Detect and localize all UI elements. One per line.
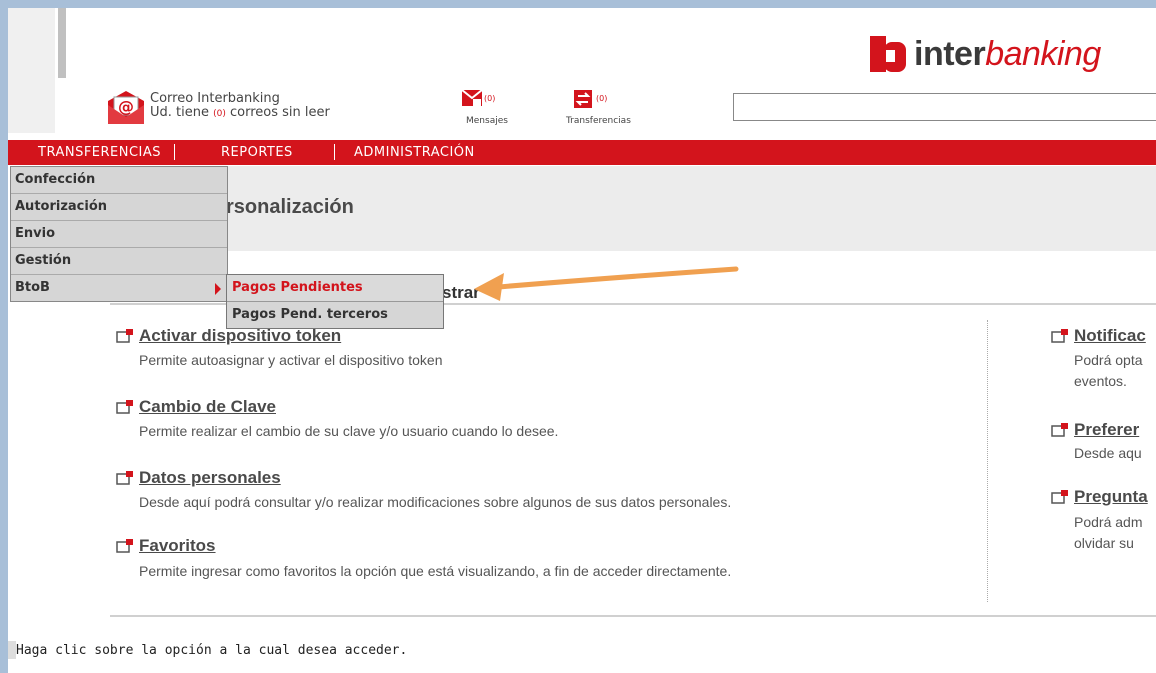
option-notificaciones-desc-1: Podrá opta <box>1074 352 1143 368</box>
option-link-icon <box>116 329 133 343</box>
menu-separator <box>334 144 335 160</box>
footer-marker <box>8 641 16 659</box>
correo-info: Correo Interbanking Ud. tiene (0) correo… <box>150 92 330 121</box>
option-preguntas[interactable]: Pregunta <box>1074 487 1148 507</box>
option-preguntas-desc-2: olvidar su <box>1074 535 1134 551</box>
btob-submenu: Pagos Pendientes Pagos Pend. terceros <box>226 274 444 329</box>
correo-status: Ud. tiene (0) correos sin leer <box>150 105 330 120</box>
svg-text:@: @ <box>118 97 134 116</box>
page-title: rsonalización <box>226 196 354 218</box>
option-preferencias-desc-1: Desde aqu <box>1074 445 1142 461</box>
submenu-item-pagos-pendientes[interactable]: Pagos Pendientes <box>227 275 443 302</box>
dropdown-item-autorizacion[interactable]: Autorización <box>11 194 227 221</box>
option-datos-personales-desc: Desde aquí podrá consultar y/o realizar … <box>139 494 732 510</box>
option-link-icon <box>116 539 133 553</box>
transfer-arrows-icon <box>574 90 592 108</box>
mensajes-label: Mensajes <box>466 116 508 126</box>
unread-count: (0) <box>213 109 226 119</box>
option-notificaciones-desc-2: eventos. <box>1074 373 1127 389</box>
annotation-arrow-icon <box>474 266 739 301</box>
option-activar-token[interactable]: Activar dispositivo token <box>139 326 341 346</box>
interbanking-logo[interactable]: interbanking <box>870 30 1101 78</box>
menu-separator <box>174 144 175 160</box>
option-preferencias[interactable]: Preferer <box>1074 420 1139 440</box>
option-activar-token-desc: Permite autoasignar y activar el disposi… <box>139 352 443 368</box>
header-divider <box>58 8 66 78</box>
submenu-arrow-icon <box>215 283 221 295</box>
dropdown-item-btob[interactable]: BtoB <box>11 275 227 301</box>
header-side-panel <box>8 8 55 133</box>
main-menu-bar: TRANSFERENCIAS REPORTES ADMINISTRACIÓN <box>8 140 1156 165</box>
transferencias-dropdown: Confección Autorización Envio Gestión Bt… <box>10 166 228 302</box>
dropdown-item-confeccion[interactable]: Confección <box>11 167 227 194</box>
window-frame-top <box>0 0 1156 8</box>
envelope-lock-icon <box>462 90 483 106</box>
option-link-icon <box>116 400 133 414</box>
option-link-icon <box>116 471 133 485</box>
column-divider <box>987 320 988 602</box>
option-notificaciones[interactable]: Notificac <box>1074 326 1146 346</box>
search-input[interactable] <box>733 93 1156 121</box>
dropdown-item-gestion[interactable]: Gestión <box>11 248 227 275</box>
option-datos-personales[interactable]: Datos personales <box>139 468 281 488</box>
menu-reportes[interactable]: REPORTES <box>221 145 293 160</box>
content-divider <box>110 615 1156 617</box>
option-link-icon <box>1051 423 1068 437</box>
transferencias-label: Transferencias <box>566 116 631 126</box>
option-preguntas-desc-1: Podrá adm <box>1074 514 1143 530</box>
logo-text: interbanking <box>914 34 1101 73</box>
transferencias-indicator[interactable]: (0) Transferencias <box>566 88 656 128</box>
menu-administracion[interactable]: ADMINISTRACIÓN <box>354 145 475 160</box>
footer-hint: Haga clic sobre la opción a la cual dese… <box>16 643 408 658</box>
submenu-item-pagos-pend-terceros[interactable]: Pagos Pend. terceros <box>227 302 443 328</box>
logo-mark-icon <box>870 36 906 72</box>
page-title-band <box>226 166 1156 251</box>
mail-at-icon[interactable]: @ <box>108 91 144 124</box>
dropdown-item-envio[interactable]: Envio <box>11 221 227 248</box>
option-link-icon <box>1051 329 1068 343</box>
option-cambio-clave[interactable]: Cambio de Clave <box>139 397 276 417</box>
option-cambio-clave-desc: Permite realizar el cambio de su clave y… <box>139 423 559 439</box>
option-favoritos-desc: Permite ingresar como favoritos la opció… <box>139 563 732 579</box>
menu-transferencias[interactable]: TRANSFERENCIAS <box>38 145 161 160</box>
correo-title: Correo Interbanking <box>150 91 280 106</box>
mensajes-indicator[interactable]: (0) Mensajes <box>462 88 522 128</box>
window-frame-left <box>0 0 8 673</box>
option-link-icon <box>1051 490 1068 504</box>
option-favoritos[interactable]: Favoritos <box>139 536 216 556</box>
